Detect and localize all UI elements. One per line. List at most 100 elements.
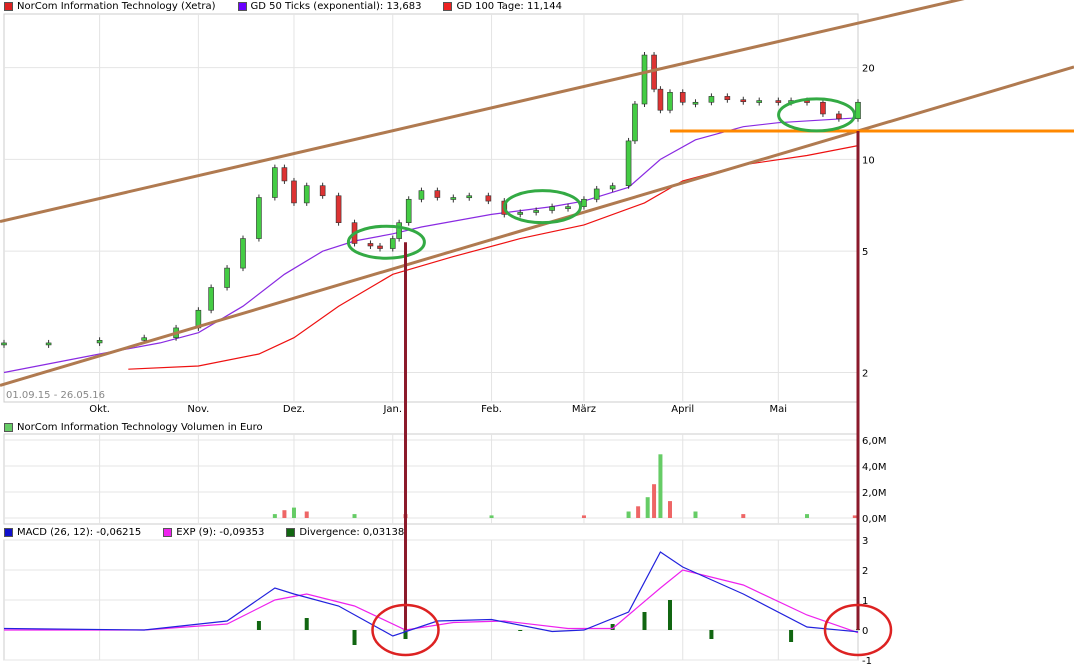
volume-bar (636, 506, 641, 518)
price-candle (836, 113, 842, 120)
volume-bar (272, 514, 277, 518)
divergence-bar (709, 630, 714, 639)
trendline (0, 0, 965, 223)
macd-line (3, 551, 859, 637)
price-tick-label: 20 (862, 64, 875, 75)
price-candle (775, 100, 782, 103)
month-tick-label: Okt. (89, 404, 110, 415)
gd50-line (3, 117, 859, 374)
price-candle (256, 197, 262, 239)
volume-bar (626, 511, 631, 518)
price-tick-label: 5 (862, 247, 868, 258)
month-tick-label: Mai (770, 404, 788, 415)
divergence-bar (667, 600, 672, 630)
volume-tick-label: 0,0M (862, 514, 887, 525)
month-tick-label: Dez. (283, 404, 305, 415)
price-candle (1, 342, 7, 346)
trendline (0, 65, 1074, 387)
volume-tick-label: 2,0M (862, 488, 887, 499)
volume-bar (652, 484, 657, 518)
price-candle (45, 342, 52, 346)
volume-tick-label: 6,0M (862, 436, 887, 447)
price-candle (565, 206, 571, 209)
price-candle (593, 188, 600, 200)
volume-bar (667, 501, 672, 518)
price-candle (820, 101, 826, 115)
month-tick-label: Feb. (481, 404, 502, 415)
price-tick-label: 2 (862, 368, 868, 379)
price-candle (549, 206, 555, 211)
price-candle (609, 185, 616, 190)
volume-tick-label: 4,0M (862, 462, 887, 473)
month-tick-label: Jan. (382, 404, 402, 415)
price-candle (434, 190, 441, 198)
price-candle (319, 185, 326, 197)
price-tick-label: 10 (862, 155, 875, 166)
price-candle (141, 337, 148, 341)
price-candle (756, 100, 763, 103)
stock-chart: Okt. Nov. Dez. Jan. Feb. März April Mai 2 5 10 20 0,… (0, 0, 1074, 667)
volume-bar (291, 507, 296, 518)
volume-bar (852, 515, 857, 518)
price-candle (418, 190, 425, 200)
price-candle (533, 210, 539, 213)
price-candle (632, 103, 638, 142)
volume-bar (658, 454, 663, 518)
price-candle (667, 92, 673, 111)
panel-frame (3, 13, 859, 403)
price-candle (708, 96, 715, 103)
price-candle (450, 197, 457, 200)
volume-bar (581, 515, 586, 518)
price-candle (740, 99, 747, 103)
price-candle (692, 101, 699, 105)
price-candle (641, 54, 648, 105)
volume-bar (282, 510, 287, 518)
price-candle (208, 287, 214, 311)
volume-bar (352, 514, 357, 518)
divergence-bar (642, 612, 647, 630)
price-candle (485, 195, 492, 202)
price-candle (466, 195, 473, 199)
volume-bar (645, 497, 650, 518)
month-tick-label: Nov. (187, 404, 209, 415)
price-candle (224, 267, 230, 288)
price-candle (517, 212, 524, 215)
volume-bar (693, 511, 698, 518)
price-candle (272, 167, 278, 198)
price-candle (240, 238, 246, 269)
price-candle (679, 92, 686, 103)
price-candle (96, 340, 103, 344)
highlight-ellipse (346, 224, 426, 260)
price-candle (396, 222, 402, 239)
price-candle (625, 140, 632, 186)
price-candle (291, 180, 297, 204)
macd-tick-label: 3 (862, 536, 868, 547)
volume-bar (304, 511, 309, 518)
divergence-bar (789, 630, 794, 642)
price-candle (724, 96, 731, 101)
panel-frame (3, 433, 859, 525)
price-candle (855, 101, 861, 120)
price-candle (581, 198, 587, 207)
price-candle (657, 88, 664, 111)
volume-bar (489, 515, 494, 518)
price-candle (377, 245, 383, 249)
month-tick-label: April (671, 404, 694, 415)
price-candle (389, 238, 396, 249)
volume-bar (805, 514, 810, 518)
divergence-bar (352, 630, 357, 645)
month-tick-label: März (572, 404, 596, 415)
gd100-line (128, 145, 859, 370)
price-candle (367, 243, 374, 247)
divergence-bar (518, 630, 523, 631)
macd-tick-label: -1 (862, 656, 872, 667)
macd-tick-label: 0 (862, 626, 868, 637)
price-candle (303, 185, 310, 204)
price-candle (281, 167, 288, 182)
highlight-ellipse (777, 97, 857, 133)
divergence-bar (304, 618, 309, 630)
date-range-label: 01.09.15 - 26.05.16 (6, 390, 105, 401)
divergence-bar (256, 621, 261, 630)
price-candle (405, 198, 412, 223)
price-candle (335, 195, 342, 223)
